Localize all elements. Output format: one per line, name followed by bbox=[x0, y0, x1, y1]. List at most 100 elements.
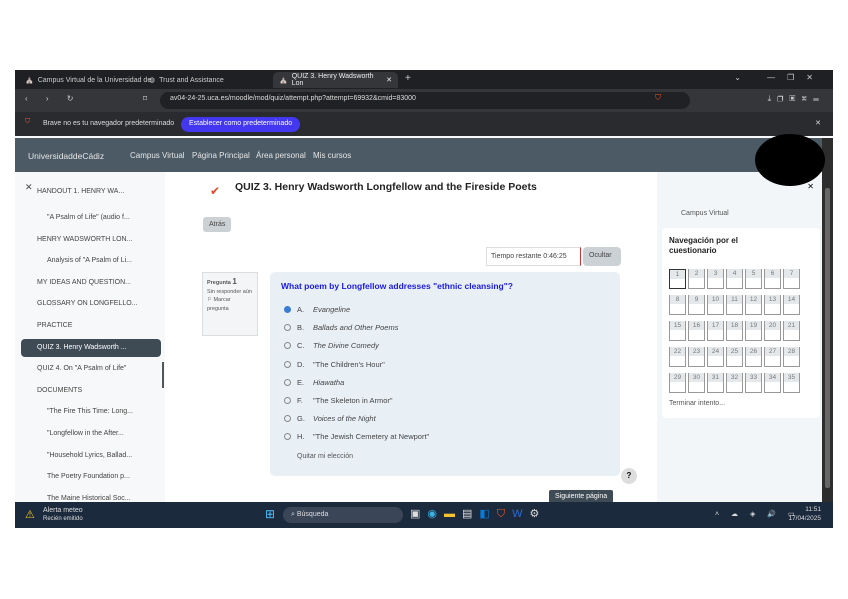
drawer-scrollbar[interactable] bbox=[162, 362, 164, 388]
question-nav-button[interactable]: 21 bbox=[783, 321, 800, 341]
drawer-item[interactable]: DOCUMENTS bbox=[21, 382, 161, 400]
question-nav-button[interactable]: 31 bbox=[707, 373, 724, 393]
answer-option[interactable]: F. "The Skeleton in Armor" bbox=[284, 396, 393, 405]
question-box: What poem by Longfellow addresses "ethni… bbox=[270, 272, 620, 476]
question-nav-button[interactable]: 23 bbox=[688, 347, 705, 367]
question-nav-button[interactable]: 35 bbox=[783, 373, 800, 393]
question-nav-button[interactable]: 12 bbox=[745, 295, 762, 315]
nav-campus-virtual[interactable]: Campus Virtual bbox=[130, 151, 185, 160]
drawer-item[interactable]: GLOSSARY ON LONGFELLO... bbox=[21, 295, 161, 313]
tab-icon: ⛪ bbox=[279, 77, 288, 84]
nav-buttons[interactable]: ‹ › ↻ bbox=[25, 94, 81, 103]
nav-mis-cursos[interactable]: Mis cursos bbox=[313, 151, 351, 160]
nav-pagina-principal[interactable]: Página Principal bbox=[192, 151, 250, 160]
brave-shield-icon[interactable]: ⛉ bbox=[655, 93, 661, 103]
bookmark-icon[interactable]: ⌑ bbox=[143, 94, 147, 103]
flag-question-link[interactable]: ⚐ Marcar pregunta bbox=[207, 296, 253, 313]
question-nav-button[interactable]: 34 bbox=[764, 373, 781, 393]
tab-quiz[interactable]: ⛪ QUIZ 3. Henry Wadsworth Lon ✕ bbox=[273, 72, 398, 88]
set-default-button[interactable]: Establecer como predeterminado bbox=[181, 117, 301, 132]
taskbar-apps[interactable]: ▣◉▬▤◧⛉W⚙ bbox=[410, 507, 546, 521]
answer-option[interactable]: C. The Divine Comedy bbox=[284, 341, 379, 350]
new-tab-icon[interactable]: + bbox=[405, 73, 411, 84]
drawer-item[interactable]: "Longfellow in the After... bbox=[21, 425, 161, 443]
window-controls[interactable]: ⌄ —❐✕ bbox=[734, 73, 825, 82]
radio-button[interactable] bbox=[284, 397, 291, 404]
answer-option[interactable]: A. Evangeline bbox=[284, 305, 350, 314]
radio-button[interactable] bbox=[284, 378, 291, 386]
question-nav-button[interactable]: 4 bbox=[726, 269, 743, 289]
question-nav-button[interactable]: 2 bbox=[688, 269, 705, 289]
radio-button[interactable] bbox=[284, 324, 291, 332]
question-nav-button[interactable]: 16 bbox=[688, 321, 705, 341]
radio-button[interactable] bbox=[284, 342, 291, 350]
question-nav-button[interactable]: 1 bbox=[669, 269, 686, 289]
drawer-item[interactable]: Analysis of "A Psalm of Li... bbox=[21, 252, 161, 270]
system-tray[interactable]: ˄ ☁ ◈ 🔊 ▭ bbox=[715, 510, 800, 518]
radio-button[interactable] bbox=[284, 360, 291, 368]
question-nav-button[interactable]: 20 bbox=[764, 321, 781, 341]
breadcrumb[interactable]: Campus Virtual bbox=[681, 210, 729, 217]
question-nav-button[interactable]: 11 bbox=[726, 295, 743, 315]
question-nav-button[interactable]: 6 bbox=[764, 269, 781, 289]
hide-timer-button[interactable]: Ocultar bbox=[583, 247, 621, 266]
question-nav-button[interactable]: 17 bbox=[707, 321, 724, 341]
question-nav-button[interactable]: 15 bbox=[669, 321, 686, 341]
answer-option[interactable]: B. Ballads and Other Poems bbox=[284, 323, 398, 332]
answer-option[interactable]: H. "The Jewish Cemetery at Newport" bbox=[284, 432, 429, 441]
question-nav-button[interactable]: 29 bbox=[669, 373, 686, 393]
question-nav-button[interactable]: 33 bbox=[745, 373, 762, 393]
drawer-item[interactable]: "Household Lyrics, Ballad... bbox=[21, 447, 161, 465]
radio-button[interactable] bbox=[284, 415, 291, 423]
question-nav-button[interactable]: 25 bbox=[726, 347, 743, 367]
question-nav-button[interactable]: 5 bbox=[745, 269, 762, 289]
radio-button[interactable] bbox=[284, 306, 291, 313]
drawer-item[interactable]: QUIZ 3. Henry Wadsworth ... bbox=[21, 338, 161, 357]
start-icon[interactable]: ⊞ bbox=[265, 507, 275, 521]
toolbar-icons[interactable]: ⤓❐▣⌘☰ bbox=[768, 94, 825, 104]
question-nav-button[interactable]: 14 bbox=[783, 295, 800, 315]
question-nav-button[interactable]: 8 bbox=[669, 295, 686, 315]
drawer-item[interactable]: PRACTICE bbox=[21, 317, 161, 335]
tab-trust[interactable]: ◍ Trust and Assistance bbox=[143, 72, 230, 88]
answer-option[interactable]: E. Hiawatha bbox=[284, 378, 344, 387]
question-nav-button[interactable]: 3 bbox=[707, 269, 724, 289]
question-nav-button[interactable]: 22 bbox=[669, 347, 686, 367]
tab-campus-virtual[interactable]: ⛪ Campus Virtual de la Universidad de bbox=[19, 72, 157, 88]
question-nav-button[interactable]: 9 bbox=[688, 295, 705, 315]
question-nav-button[interactable]: 13 bbox=[764, 295, 781, 315]
question-nav-button[interactable]: 27 bbox=[764, 347, 781, 367]
drawer-item[interactable]: "A Psalm of Life" (audio f... bbox=[21, 209, 161, 227]
drawer-item[interactable]: HANDOUT 1. HENRY WA... bbox=[21, 188, 161, 196]
question-nav-button[interactable]: 10 bbox=[707, 295, 724, 315]
help-button[interactable]: ? bbox=[621, 468, 637, 484]
nav-area-personal[interactable]: Área personal bbox=[256, 151, 306, 160]
question-nav-button[interactable]: 32 bbox=[726, 373, 743, 393]
drawer-item[interactable]: The Poetry Foundation p... bbox=[21, 468, 161, 486]
taskbar-search[interactable]: ⌕ Búsqueda bbox=[283, 507, 403, 523]
question-nav-button[interactable]: 7 bbox=[783, 269, 800, 289]
close-infobar-icon[interactable]: ✕ bbox=[815, 119, 821, 127]
answer-option[interactable]: D. "The Children's Hour" bbox=[284, 360, 385, 369]
drawer-item[interactable]: HENRY WADSWORTH LON... bbox=[21, 231, 161, 249]
url-input[interactable]: av04-24-25.uca.es/moodle/mod/quiz/attemp… bbox=[160, 92, 690, 109]
radio-button[interactable] bbox=[284, 433, 291, 441]
question-nav-button[interactable]: 28 bbox=[783, 347, 800, 367]
question-nav-button[interactable]: 19 bbox=[745, 321, 762, 341]
close-drawer-icon[interactable]: ✕ bbox=[807, 182, 814, 191]
site-logo[interactable]: UniversidaddeCádiz bbox=[28, 151, 104, 161]
clear-choice-link[interactable]: Quitar mi elección bbox=[297, 453, 353, 460]
question-nav-button[interactable]: 18 bbox=[726, 321, 743, 341]
question-nav-button[interactable]: 26 bbox=[745, 347, 762, 367]
question-nav-button[interactable]: 30 bbox=[688, 373, 705, 393]
drawer-item[interactable]: "The Fire This Time: Long... bbox=[21, 403, 161, 421]
page-scrollbar[interactable] bbox=[822, 138, 833, 502]
redaction-oval bbox=[755, 134, 825, 186]
back-button[interactable]: Atrás bbox=[203, 217, 232, 232]
finish-attempt-link[interactable]: Terminar intento... bbox=[669, 400, 725, 407]
question-nav-button[interactable]: 24 bbox=[707, 347, 724, 367]
drawer-item[interactable]: QUIZ 4. On "A Psalm of Life" bbox=[21, 360, 161, 378]
close-tab-icon[interactable]: ✕ bbox=[386, 76, 392, 84]
drawer-item[interactable]: MY IDEAS AND QUESTION... bbox=[21, 274, 161, 292]
answer-option[interactable]: G. Voices of the Night bbox=[284, 414, 376, 423]
